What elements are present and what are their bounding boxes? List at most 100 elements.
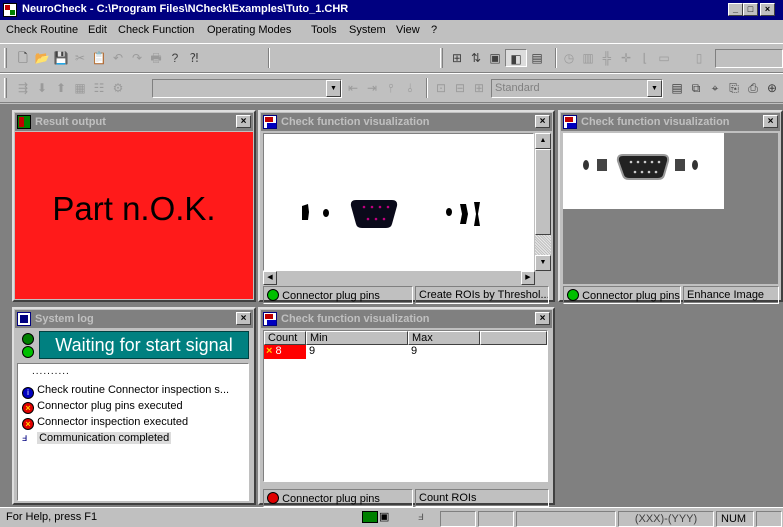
insert-function-icon[interactable]: ⇶ bbox=[14, 79, 32, 97]
result-output-caption[interactable]: Result output × bbox=[15, 113, 253, 131]
roi-blob bbox=[474, 202, 480, 226]
log-list[interactable]: .......... i Check routine Connector ins… bbox=[17, 363, 249, 501]
move-up-icon[interactable]: ⬆ bbox=[52, 79, 70, 97]
help-icon[interactable]: ? bbox=[166, 49, 184, 67]
count-table[interactable]: Count Min Max × 8 9 9 bbox=[263, 330, 548, 482]
status-name-text: Connector plug pins bbox=[582, 290, 680, 302]
display-mode-combo[interactable]: Standard ▼ bbox=[491, 79, 663, 98]
visualization-caption[interactable]: Check function visualization × bbox=[261, 113, 552, 131]
menu-check-function[interactable]: Check Function bbox=[118, 24, 194, 36]
function-combo[interactable]: ▼ bbox=[152, 79, 342, 98]
chevron-down-icon[interactable]: ▼ bbox=[326, 80, 341, 97]
parameters-icon[interactable]: ▦ bbox=[71, 79, 89, 97]
scroll-thumb[interactable] bbox=[535, 149, 551, 235]
copy-image-icon[interactable]: ⎘ bbox=[725, 79, 743, 97]
log-entry-selected[interactable]: ⅎ Communication completed bbox=[22, 432, 172, 444]
menu-check-routine[interactable]: Check Routine bbox=[6, 24, 78, 36]
print-icon[interactable]: 🖶 bbox=[147, 49, 165, 67]
scroll-right-arrow-icon[interactable]: ▶ bbox=[521, 271, 535, 285]
image-source-icon[interactable]: ⊡ bbox=[432, 79, 450, 97]
vertical-scrollbar[interactable]: ▲ ▼ bbox=[535, 133, 551, 271]
column-header-max[interactable]: Max bbox=[408, 331, 480, 345]
visualization-caption[interactable]: Check function visualization × bbox=[261, 310, 552, 328]
log-entry[interactable]: × Connector inspection executed bbox=[22, 416, 188, 430]
redo-icon[interactable]: ↷ bbox=[128, 49, 146, 67]
crosshair-icon[interactable]: ✛ bbox=[617, 49, 635, 67]
export-image-icon[interactable]: ⎙ bbox=[744, 79, 762, 97]
log-entry[interactable]: × Connector plug pins executed bbox=[22, 400, 183, 414]
panel-icon[interactable]: ▯ bbox=[690, 49, 708, 67]
align-left-icon[interactable]: ⇤ bbox=[344, 79, 362, 97]
grid-icon[interactable]: ▥ bbox=[579, 49, 597, 67]
toolbar-grip bbox=[440, 48, 443, 68]
menu-edit[interactable]: Edit bbox=[88, 24, 107, 36]
check-function-visualization-window-3[interactable]: Check function visualization × Count Min… bbox=[258, 307, 555, 507]
menu-help[interactable]: ? bbox=[431, 24, 437, 36]
close-icon[interactable]: × bbox=[535, 312, 550, 325]
debug-mode-icon[interactable]: ◧ bbox=[505, 49, 527, 67]
column-header-count[interactable]: Count bbox=[264, 331, 306, 345]
min-cell: 9 bbox=[309, 345, 316, 357]
enhanced-image-view[interactable] bbox=[563, 133, 778, 284]
menu-operating-modes[interactable]: Operating Modes bbox=[207, 24, 291, 36]
count-cell-error[interactable]: × 8 bbox=[264, 345, 306, 359]
scroll-down-arrow-icon[interactable]: ▼ bbox=[535, 255, 551, 271]
settings-icon[interactable]: ⚙ bbox=[109, 79, 127, 97]
list-icon[interactable]: ▤ bbox=[528, 49, 546, 67]
menu-view[interactable]: View bbox=[396, 24, 420, 36]
close-icon[interactable]: × bbox=[236, 312, 251, 325]
log-entry[interactable]: i Check routine Connector inspection s..… bbox=[22, 384, 229, 399]
roi-image-view[interactable] bbox=[263, 133, 534, 271]
split-icon[interactable]: ⫯ bbox=[382, 79, 400, 97]
zoom-icon[interactable]: ▤ bbox=[668, 79, 686, 97]
column-header-min[interactable]: Min bbox=[306, 331, 408, 345]
corner-icon[interactable]: ⌊ bbox=[636, 49, 654, 67]
merge-icon[interactable]: ⫰ bbox=[401, 79, 419, 97]
tree-icon[interactable]: ⊞ bbox=[448, 49, 466, 67]
menu-tools[interactable]: Tools bbox=[311, 24, 337, 36]
menu-system[interactable]: System bbox=[349, 24, 386, 36]
scroll-left-arrow-icon[interactable]: ◀ bbox=[263, 271, 277, 285]
undo-icon[interactable]: ↶ bbox=[109, 49, 127, 67]
check-function-visualization-window[interactable]: Check function visualization × ▲ ▼ ◀ ▶ C… bbox=[258, 110, 555, 304]
close-icon[interactable]: × bbox=[236, 115, 251, 128]
system-log-window[interactable]: System log × Waiting for start signal ..… bbox=[12, 307, 256, 505]
context-help-icon[interactable]: ⁈ bbox=[185, 49, 203, 67]
status-banner: Waiting for start signal bbox=[39, 331, 249, 359]
status-name-text: Connector plug pins bbox=[282, 493, 380, 505]
image-target-icon[interactable]: ⊟ bbox=[451, 79, 469, 97]
visualization-caption[interactable]: Check function visualization × bbox=[561, 113, 780, 131]
timer-icon[interactable]: ◷ bbox=[560, 49, 578, 67]
sort-icon[interactable]: ⇅ bbox=[467, 49, 485, 67]
window-icon[interactable]: ▭ bbox=[655, 49, 673, 67]
new-icon[interactable]: 🗋 bbox=[14, 49, 32, 67]
image-link-icon[interactable]: ⊞ bbox=[470, 79, 488, 97]
align-right-icon[interactable]: ⇥ bbox=[363, 79, 381, 97]
open-icon[interactable]: 📂 bbox=[33, 49, 51, 67]
paste-icon[interactable]: 📋 bbox=[90, 49, 108, 67]
check-function-visualization-window-2[interactable]: Check function visualization × Connector… bbox=[558, 110, 783, 304]
scroll-up-arrow-icon[interactable]: ▲ bbox=[535, 133, 551, 149]
properties-icon[interactable]: ☷ bbox=[90, 79, 108, 97]
result-output-window[interactable]: Result output × Part n.O.K. bbox=[12, 110, 256, 302]
zoom-in-icon[interactable]: ⊕ bbox=[763, 79, 781, 97]
save-icon[interactable]: 💾 bbox=[52, 49, 70, 67]
close-icon[interactable]: × bbox=[763, 115, 778, 128]
app-icon[interactable] bbox=[3, 3, 17, 17]
fit-icon[interactable]: ⧉ bbox=[687, 79, 705, 97]
close-button[interactable]: × bbox=[760, 3, 775, 16]
cut-icon[interactable]: ✂ bbox=[71, 49, 89, 67]
close-icon[interactable]: × bbox=[535, 115, 550, 128]
roi-image bbox=[302, 200, 480, 228]
max-cell: 9 bbox=[411, 345, 418, 357]
move-down-icon[interactable]: ⬇ bbox=[33, 79, 51, 97]
image-icon[interactable]: ▣ bbox=[486, 49, 504, 67]
system-log-caption[interactable]: System log × bbox=[15, 310, 253, 328]
target-icon[interactable]: ⌖ bbox=[706, 79, 724, 97]
columns-icon[interactable]: ╬ bbox=[598, 49, 616, 67]
minimize-button[interactable]: _ bbox=[728, 3, 743, 16]
chevron-down-icon[interactable]: ▼ bbox=[647, 80, 662, 97]
toolbar-combo-right[interactable] bbox=[715, 49, 783, 68]
horizontal-scrollbar[interactable]: ◀ ▶ bbox=[263, 271, 535, 285]
maximize-button[interactable]: □ bbox=[743, 3, 758, 16]
